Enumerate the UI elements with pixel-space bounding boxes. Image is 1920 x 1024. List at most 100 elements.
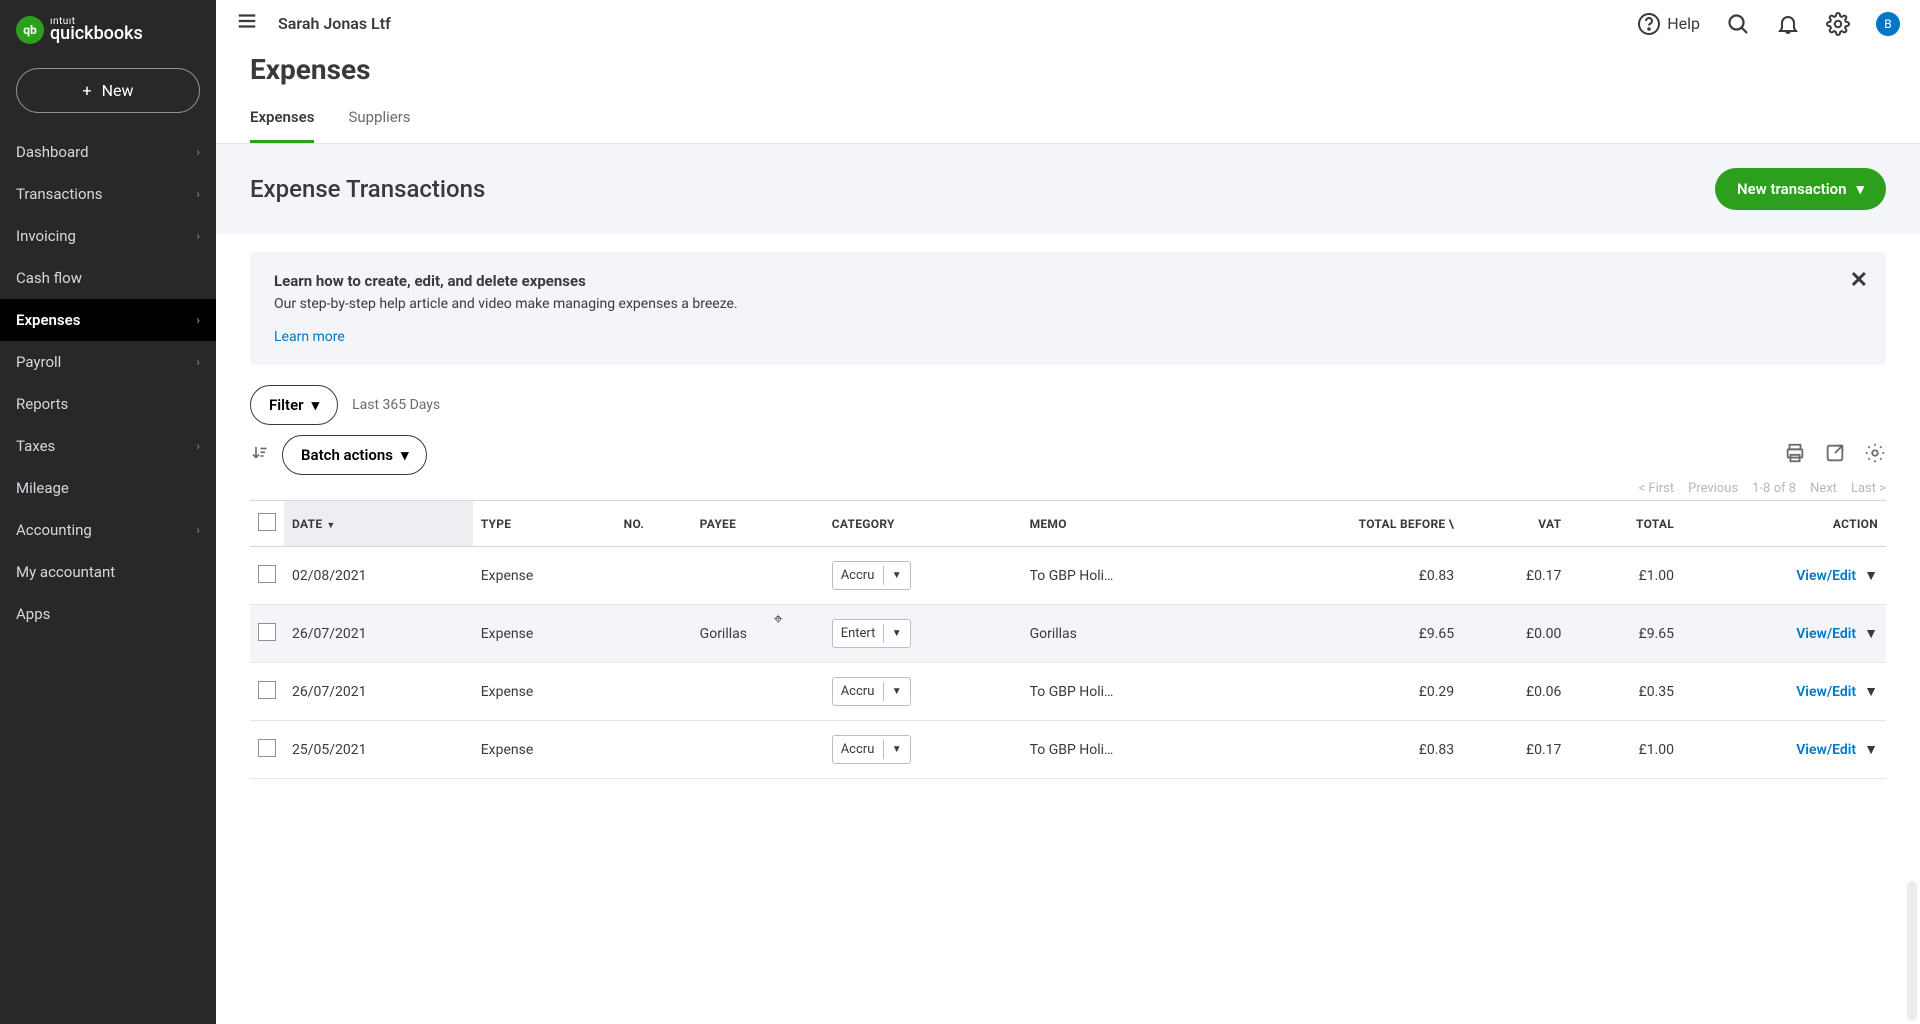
settings-gear-icon[interactable] — [1826, 12, 1850, 36]
new-transaction-button[interactable]: New transaction ▾ — [1715, 168, 1886, 210]
col-payee[interactable]: PAYEE — [692, 501, 824, 547]
sidebar-item-label: My accountant — [16, 563, 115, 581]
cell-category: Accru▼ — [824, 547, 1022, 605]
view-edit-button[interactable]: View/Edit ▼ — [1796, 567, 1878, 584]
sidebar-item-label: Payroll — [16, 353, 61, 371]
sidebar-item-label: Dashboard — [16, 143, 89, 161]
table-row[interactable]: 26/07/2021ExpenseGorillas⌖Entert▼Gorilla… — [250, 605, 1886, 663]
row-checkbox[interactable] — [258, 681, 276, 699]
row-checkbox[interactable] — [258, 565, 276, 583]
cell-date: 26/07/2021 — [284, 663, 473, 721]
chevron-right-icon: › — [196, 439, 200, 453]
cell-type: Expense — [473, 605, 616, 663]
table-row[interactable]: 25/05/2021ExpenseAccru▼To GBP Holi…£0.83… — [250, 721, 1886, 779]
cell-vat: £0.17 — [1462, 721, 1569, 779]
caret-down-icon: ▾ — [401, 446, 409, 464]
filter-button[interactable]: Filter ▾ — [250, 385, 338, 425]
col-category[interactable]: CATEGORY — [824, 501, 1022, 547]
row-checkbox[interactable] — [258, 739, 276, 757]
select-all-checkbox[interactable] — [258, 513, 276, 531]
category-dropdown[interactable]: Accru▼ — [832, 677, 911, 706]
caret-down-icon[interactable]: ▼ — [883, 566, 910, 585]
scrollbar-thumb[interactable] — [1907, 881, 1917, 1021]
caret-down-icon: ▼ — [1864, 741, 1878, 758]
cell-total: £0.35 — [1569, 663, 1682, 721]
logo: qb ıntuıt quickbooks — [0, 0, 216, 60]
caret-down-icon[interactable]: ▼ — [883, 624, 910, 643]
col-type[interactable]: TYPE — [473, 501, 616, 547]
cell-date: 26/07/2021 — [284, 605, 473, 663]
sidebar-item-apps[interactable]: Apps — [0, 593, 216, 635]
search-icon[interactable] — [1726, 12, 1750, 36]
nav: Dashboard›Transactions›Invoicing›Cash fl… — [0, 131, 216, 635]
view-edit-button[interactable]: View/Edit ▼ — [1796, 683, 1878, 700]
notifications-icon[interactable] — [1776, 12, 1800, 36]
sort-caret-icon: ▼ — [326, 521, 335, 531]
pager-prev[interactable]: Previous — [1688, 481, 1738, 496]
pager-next[interactable]: Next — [1810, 481, 1837, 496]
export-icon[interactable] — [1824, 442, 1846, 468]
sidebar-item-expenses[interactable]: Expenses› — [0, 299, 216, 341]
category-value: Accru — [833, 736, 883, 763]
new-button-label: New — [102, 81, 134, 100]
caret-down-icon[interactable]: ▼ — [883, 682, 910, 701]
page-title: Expenses — [250, 53, 1886, 86]
cell-vat: £0.06 — [1462, 663, 1569, 721]
table-row[interactable]: 26/07/2021ExpenseAccru▼To GBP Holi…£0.29… — [250, 663, 1886, 721]
sidebar-item-label: Cash flow — [16, 269, 82, 287]
chevron-right-icon: › — [196, 355, 200, 369]
sidebar-item-payroll[interactable]: Payroll › — [0, 341, 216, 383]
sidebar-item-invoicing[interactable]: Invoicing› — [0, 215, 216, 257]
sidebar-item-cash-flow[interactable]: Cash flow — [0, 257, 216, 299]
cell-no — [616, 547, 692, 605]
col-total[interactable]: TOTAL — [1569, 501, 1682, 547]
row-checkbox[interactable] — [258, 623, 276, 641]
category-value: Accru — [833, 678, 883, 705]
view-edit-button[interactable]: View/Edit ▼ — [1796, 741, 1878, 758]
avatar[interactable]: B — [1876, 12, 1900, 36]
sidebar-item-reports[interactable]: Reports — [0, 383, 216, 425]
print-icon[interactable] — [1784, 442, 1806, 468]
section-title: Expense Transactions — [250, 175, 485, 203]
tab-suppliers[interactable]: Suppliers — [348, 96, 410, 143]
caret-down-icon: ▼ — [1864, 683, 1878, 700]
date-range-label: Last 365 Days — [352, 397, 440, 413]
cell-action: View/Edit ▼ — [1682, 547, 1886, 605]
caret-down-icon[interactable]: ▼ — [883, 740, 910, 759]
help-label: Help — [1667, 14, 1700, 33]
content: Learn how to create, edit, and delete ex… — [216, 234, 1920, 1024]
col-action[interactable]: ACTION — [1682, 501, 1886, 547]
sidebar-item-mileage[interactable]: Mileage — [0, 467, 216, 509]
menu-toggle-icon[interactable] — [236, 10, 258, 37]
category-dropdown[interactable]: Entert▼ — [832, 619, 911, 648]
sidebar-item-transactions[interactable]: Transactions› — [0, 173, 216, 215]
sort-desc-icon[interactable] — [250, 442, 268, 468]
caret-down-icon: ▾ — [312, 396, 320, 414]
tab-expenses[interactable]: Expenses — [250, 96, 314, 143]
cell-category: Entert▼ — [824, 605, 1022, 663]
pager-last[interactable]: Last > — [1851, 481, 1886, 496]
col-vat[interactable]: VAT — [1462, 501, 1569, 547]
col-memo[interactable]: MEMO — [1022, 501, 1230, 547]
pager-first[interactable]: < First — [1639, 481, 1675, 496]
help-button[interactable]: Help — [1637, 12, 1700, 36]
sidebar-item-taxes[interactable]: Taxes› — [0, 425, 216, 467]
view-edit-button[interactable]: View/Edit ▼ — [1796, 625, 1878, 642]
table-settings-gear-icon[interactable] — [1864, 442, 1886, 468]
table-row[interactable]: 02/08/2021ExpenseAccru▼To GBP Holi…£0.83… — [250, 547, 1886, 605]
new-button[interactable]: + New — [16, 68, 200, 113]
batch-row: Batch actions ▾ — [250, 435, 1886, 475]
sidebar-item-accounting[interactable]: Accounting› — [0, 509, 216, 551]
col-total-before[interactable]: TOTAL BEFORE \ — [1230, 501, 1462, 547]
batch-actions-label: Batch actions — [301, 446, 393, 464]
category-dropdown[interactable]: Accru▼ — [832, 735, 911, 764]
col-no[interactable]: NO. — [616, 501, 692, 547]
col-date[interactable]: DATE▼ — [284, 501, 473, 547]
close-icon[interactable]: ✕ — [1850, 268, 1868, 293]
learn-more-link[interactable]: Learn more — [274, 329, 345, 345]
company-name[interactable]: Sarah Jonas Ltf — [278, 14, 391, 33]
sidebar-item-my-accountant[interactable]: My accountant — [0, 551, 216, 593]
batch-actions-button[interactable]: Batch actions ▾ — [282, 435, 427, 475]
category-dropdown[interactable]: Accru▼ — [832, 561, 911, 590]
sidebar-item-dashboard[interactable]: Dashboard› — [0, 131, 216, 173]
